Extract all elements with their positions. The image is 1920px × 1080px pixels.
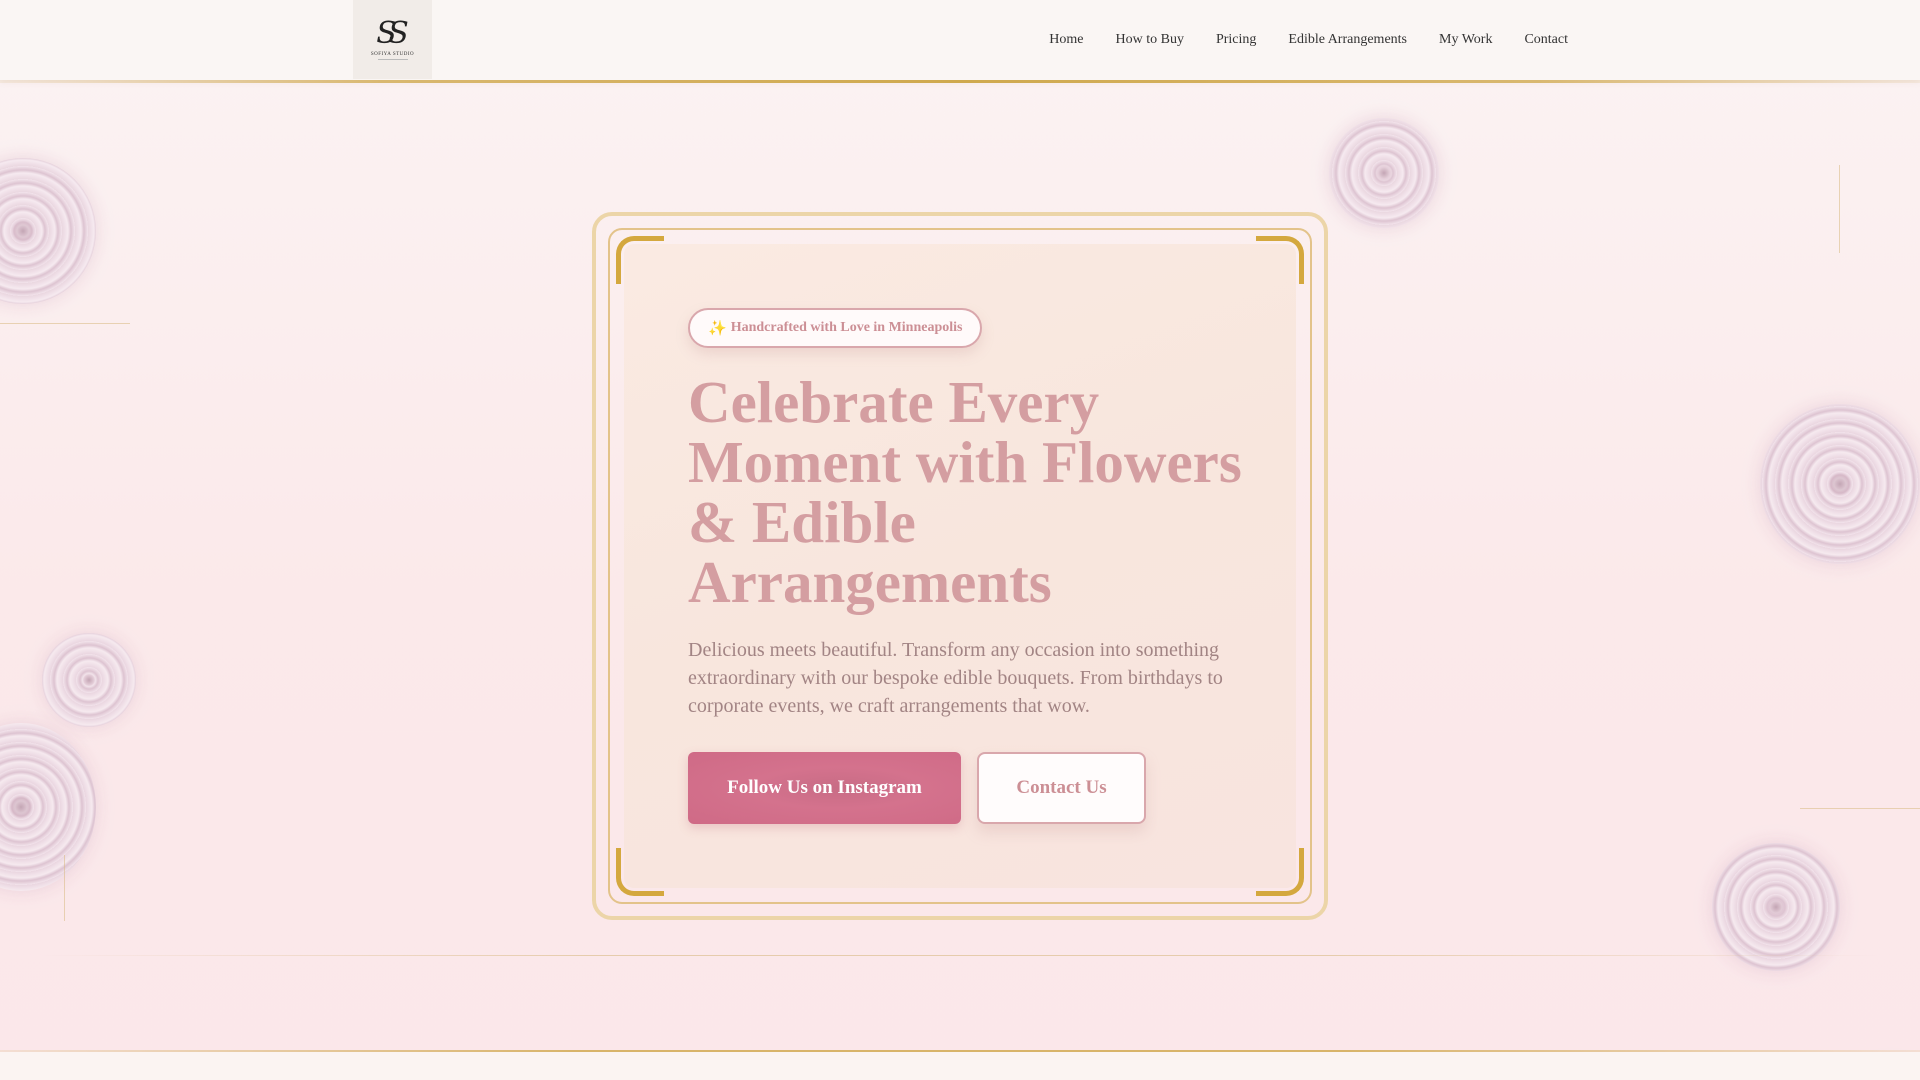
nav-my-work[interactable]: My Work: [1439, 32, 1492, 48]
nav-edible-arrangements[interactable]: Edible Arrangements: [1288, 32, 1407, 48]
nav-contact[interactable]: Contact: [1524, 32, 1568, 48]
corner-ornament: [1256, 236, 1304, 284]
nav-home[interactable]: Home: [1049, 32, 1083, 48]
corner-ornament: [616, 236, 664, 284]
logo-text: SOFIYA STUDIO: [370, 52, 415, 57]
hero-title: Celebrate Every Moment with Flowers & Ed…: [688, 369, 1242, 615]
decor-line: [1839, 165, 1840, 253]
rose-decoration-icon: [42, 633, 136, 727]
corner-ornament: [1256, 848, 1304, 896]
sparkle-icon: ✨: [708, 320, 727, 337]
main-nav: Home How to Buy Pricing Edible Arrangeme…: [1049, 0, 1568, 80]
next-section-strip: [0, 1052, 1920, 1080]
site-logo[interactable]: SS SOFIYA STUDIO: [353, 0, 432, 79]
rose-decoration-icon: [0, 723, 96, 891]
nav-how-to-buy[interactable]: How to Buy: [1116, 32, 1184, 48]
logo-icon: SS: [376, 16, 408, 51]
nav-pricing[interactable]: Pricing: [1216, 32, 1256, 48]
decor-line: [1800, 808, 1920, 809]
rose-decoration-icon: [1712, 843, 1840, 971]
follow-instagram-button[interactable]: Follow Us on Instagram: [688, 752, 961, 824]
rose-decoration-icon: [0, 158, 96, 304]
decor-line: [40, 955, 1880, 956]
contact-us-button[interactable]: Contact Us: [977, 752, 1146, 824]
hero-description: Delicious meets beautiful. Transform any…: [688, 639, 1223, 717]
hero-badge-text: Handcrafted with Love in Minneapolis: [730, 320, 963, 335]
decor-line: [64, 855, 65, 921]
logo-underline: [377, 59, 408, 60]
corner-ornament: [616, 848, 664, 896]
site-header: SS SOFIYA STUDIO Home How to Buy Pricing…: [0, 0, 1920, 80]
rose-decoration-icon: [1329, 118, 1439, 228]
hero-badge: ✨ Handcrafted with Love in Minneapolis: [688, 308, 983, 348]
header-gold-divider: [0, 80, 1920, 83]
decor-line: [0, 323, 130, 324]
rose-decoration-icon: [1760, 404, 1920, 564]
